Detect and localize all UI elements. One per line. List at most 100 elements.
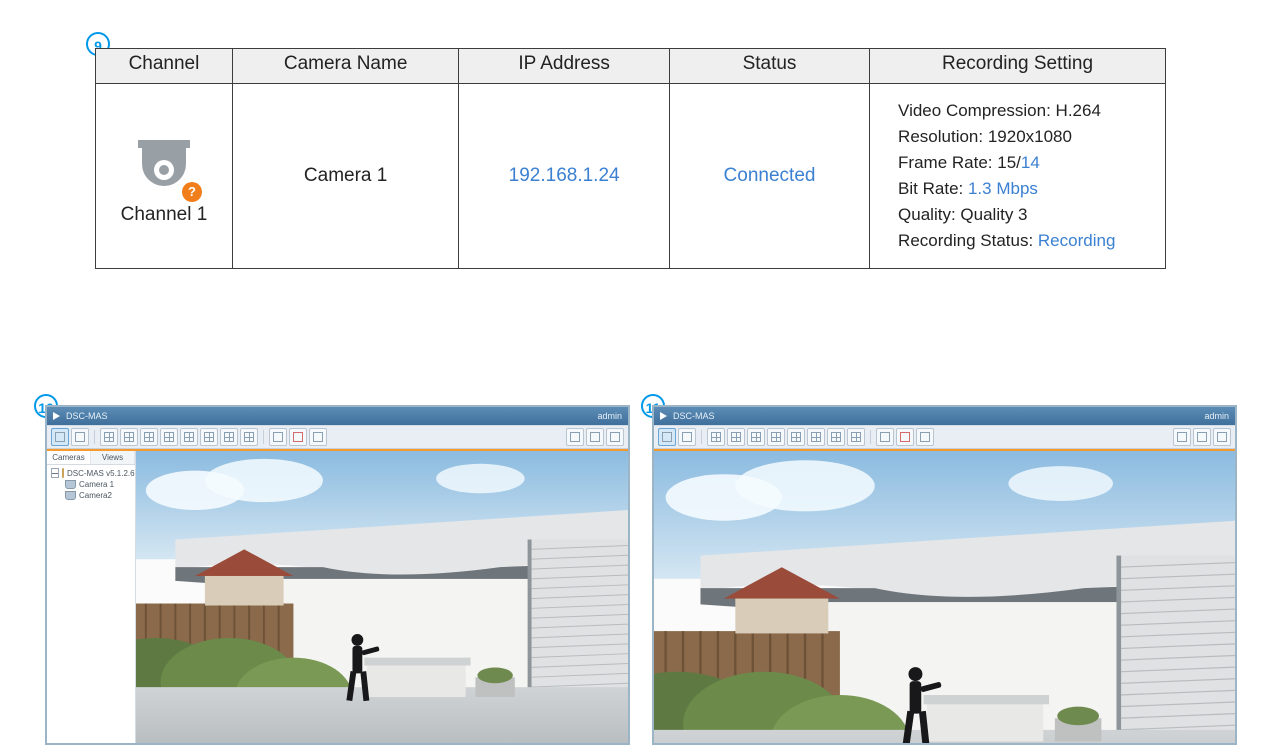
channel-cell[interactable]: ? Channel 1 (106, 126, 222, 226)
rec-resolution-value: 1920x1080 (988, 127, 1072, 146)
toolbar-extra-2-button[interactable] (586, 428, 604, 446)
monitor-title-text: DSC-MAS (673, 411, 715, 421)
record-button[interactable] (289, 428, 307, 446)
layout-9x9-button[interactable] (240, 428, 258, 446)
monitor-user-label: admin (597, 411, 622, 421)
layout-single-button[interactable] (51, 428, 69, 446)
tree-camera-2[interactable]: Camera2 (51, 491, 133, 500)
tree-root[interactable]: DSC-MAS v5.1.2.6.1 build 2018-07-23 (51, 468, 133, 478)
layout-3x3-button[interactable] (727, 428, 745, 446)
toolbar-separator (94, 430, 95, 444)
rec-resolution-label: Resolution: (898, 127, 988, 146)
rec-bitrate-row: Bit Rate: 1.3 Mbps (898, 176, 1151, 202)
device-tree: DSC-MAS v5.1.2.6.1 build 2018-07-23 Came… (47, 465, 135, 503)
video-feed-image (136, 451, 628, 743)
rec-compression-label: Video Compression: (898, 101, 1056, 120)
channel-table-row: ? Channel 1 Camera 1 192.168.1.24 Connec… (96, 84, 1166, 269)
toolbar-extra-2-button[interactable] (1193, 428, 1211, 446)
folder-icon (62, 468, 64, 478)
rec-bitrate-value: 1.3 Mbps (968, 179, 1038, 198)
channel-table-header-row: Channel Camera Name IP Address Status Re… (96, 49, 1166, 84)
rec-status-row: Recording Status: Recording (898, 228, 1151, 254)
camera-icon (65, 491, 76, 500)
layout-9x9-button[interactable] (847, 428, 865, 446)
rec-framerate-set: 15 (997, 153, 1016, 172)
layout-5x5-button[interactable] (767, 428, 785, 446)
sidebar-tab-views[interactable]: Views (91, 451, 135, 464)
fullscreen-button[interactable] (876, 428, 894, 446)
rec-compression-row: Video Compression: H.264 (898, 98, 1151, 124)
rec-quality-value: Quality 3 (960, 205, 1027, 224)
rec-bitrate-label: Bit Rate: (898, 179, 968, 198)
camera-icon (65, 480, 76, 489)
record-button[interactable] (896, 428, 914, 446)
col-header-status: Status (669, 49, 869, 84)
monitor-titlebar[interactable]: DSC-MAS admin (47, 407, 628, 425)
rec-status-value: Recording (1038, 231, 1116, 250)
layout-7x7-button[interactable] (807, 428, 825, 446)
toolbar-separator (870, 430, 871, 444)
layout-2x2-button[interactable] (707, 428, 725, 446)
toolbar-separator (263, 430, 264, 444)
layout-4x4-button[interactable] (140, 428, 158, 446)
ip-address-cell[interactable]: 192.168.1.24 (459, 84, 670, 269)
sidebar-tabs: Cameras Views (47, 451, 135, 465)
col-header-channel: Channel (96, 49, 233, 84)
monitor-user-label: admin (1204, 411, 1229, 421)
play-icon (660, 412, 667, 420)
video-feed-image (654, 451, 1235, 743)
toolbar-extra-1-button[interactable] (566, 428, 584, 446)
layout-5x5-button[interactable] (160, 428, 178, 446)
channel-camera-icon: ? (132, 140, 196, 198)
status-cell: Connected (669, 84, 869, 269)
tree-camera-1[interactable]: Camera 1 (51, 480, 133, 489)
rec-quality-label: Quality: (898, 205, 960, 224)
layout-7x7-button[interactable] (200, 428, 218, 446)
layout-2x2-button[interactable] (100, 428, 118, 446)
rec-resolution-row: Resolution: 1920x1080 (898, 124, 1151, 150)
rec-quality-row: Quality: Quality 3 (898, 202, 1151, 228)
snapshot-button[interactable] (309, 428, 327, 446)
video-tile[interactable] (654, 451, 1235, 743)
rec-status-label: Recording Status: (898, 231, 1038, 250)
channel-table: Channel Camera Name IP Address Status Re… (95, 48, 1166, 269)
monitor-toolbar (654, 425, 1235, 449)
layout-option-button[interactable] (71, 428, 89, 446)
toolbar-extra-3-button[interactable] (606, 428, 624, 446)
layout-option-button[interactable] (678, 428, 696, 446)
col-header-cameraname: Camera Name (232, 49, 458, 84)
toolbar-extra-3-button[interactable] (1213, 428, 1231, 446)
play-icon (53, 412, 60, 420)
monitor-title-text: DSC-MAS (66, 411, 108, 421)
toolbar-extra-1-button[interactable] (1173, 428, 1191, 446)
monitor-with-sidebar: DSC-MAS admin Cameras Views (45, 405, 630, 745)
camera-name-cell: Camera 1 (232, 84, 458, 269)
rec-framerate-actual: 14 (1021, 153, 1040, 172)
rec-framerate-label: Frame Rate: (898, 153, 997, 172)
monitor-no-sidebar: DSC-MAS admin (652, 405, 1237, 745)
monitor-titlebar[interactable]: DSC-MAS admin (654, 407, 1235, 425)
tree-root-label: DSC-MAS v5.1.2.6.1 build 2018-07-23 (67, 469, 136, 478)
sidebar-tab-cameras[interactable]: Cameras (47, 451, 91, 464)
tree-camera-2-label: Camera2 (79, 491, 112, 500)
toolbar-separator (701, 430, 702, 444)
monitor-toolbar (47, 425, 628, 449)
snapshot-button[interactable] (916, 428, 934, 446)
layout-3x3-button[interactable] (120, 428, 138, 446)
layout-8x8-button[interactable] (220, 428, 238, 446)
help-badge-icon[interactable]: ? (182, 182, 202, 202)
col-header-recording: Recording Setting (870, 49, 1166, 84)
layout-4x4-button[interactable] (747, 428, 765, 446)
channel-label: Channel 1 (121, 204, 208, 226)
col-header-ip: IP Address (459, 49, 670, 84)
layout-single-button[interactable] (658, 428, 676, 446)
recording-settings: Video Compression: H.264 Resolution: 192… (880, 88, 1155, 264)
collapse-icon[interactable] (51, 468, 59, 478)
rec-compression-value: H.264 (1056, 101, 1101, 120)
layout-8x8-button[interactable] (827, 428, 845, 446)
layout-6x6-button[interactable] (787, 428, 805, 446)
video-tile[interactable] (136, 451, 628, 743)
fullscreen-button[interactable] (269, 428, 287, 446)
layout-6x6-button[interactable] (180, 428, 198, 446)
rec-framerate-row: Frame Rate: 15/14 (898, 150, 1151, 176)
